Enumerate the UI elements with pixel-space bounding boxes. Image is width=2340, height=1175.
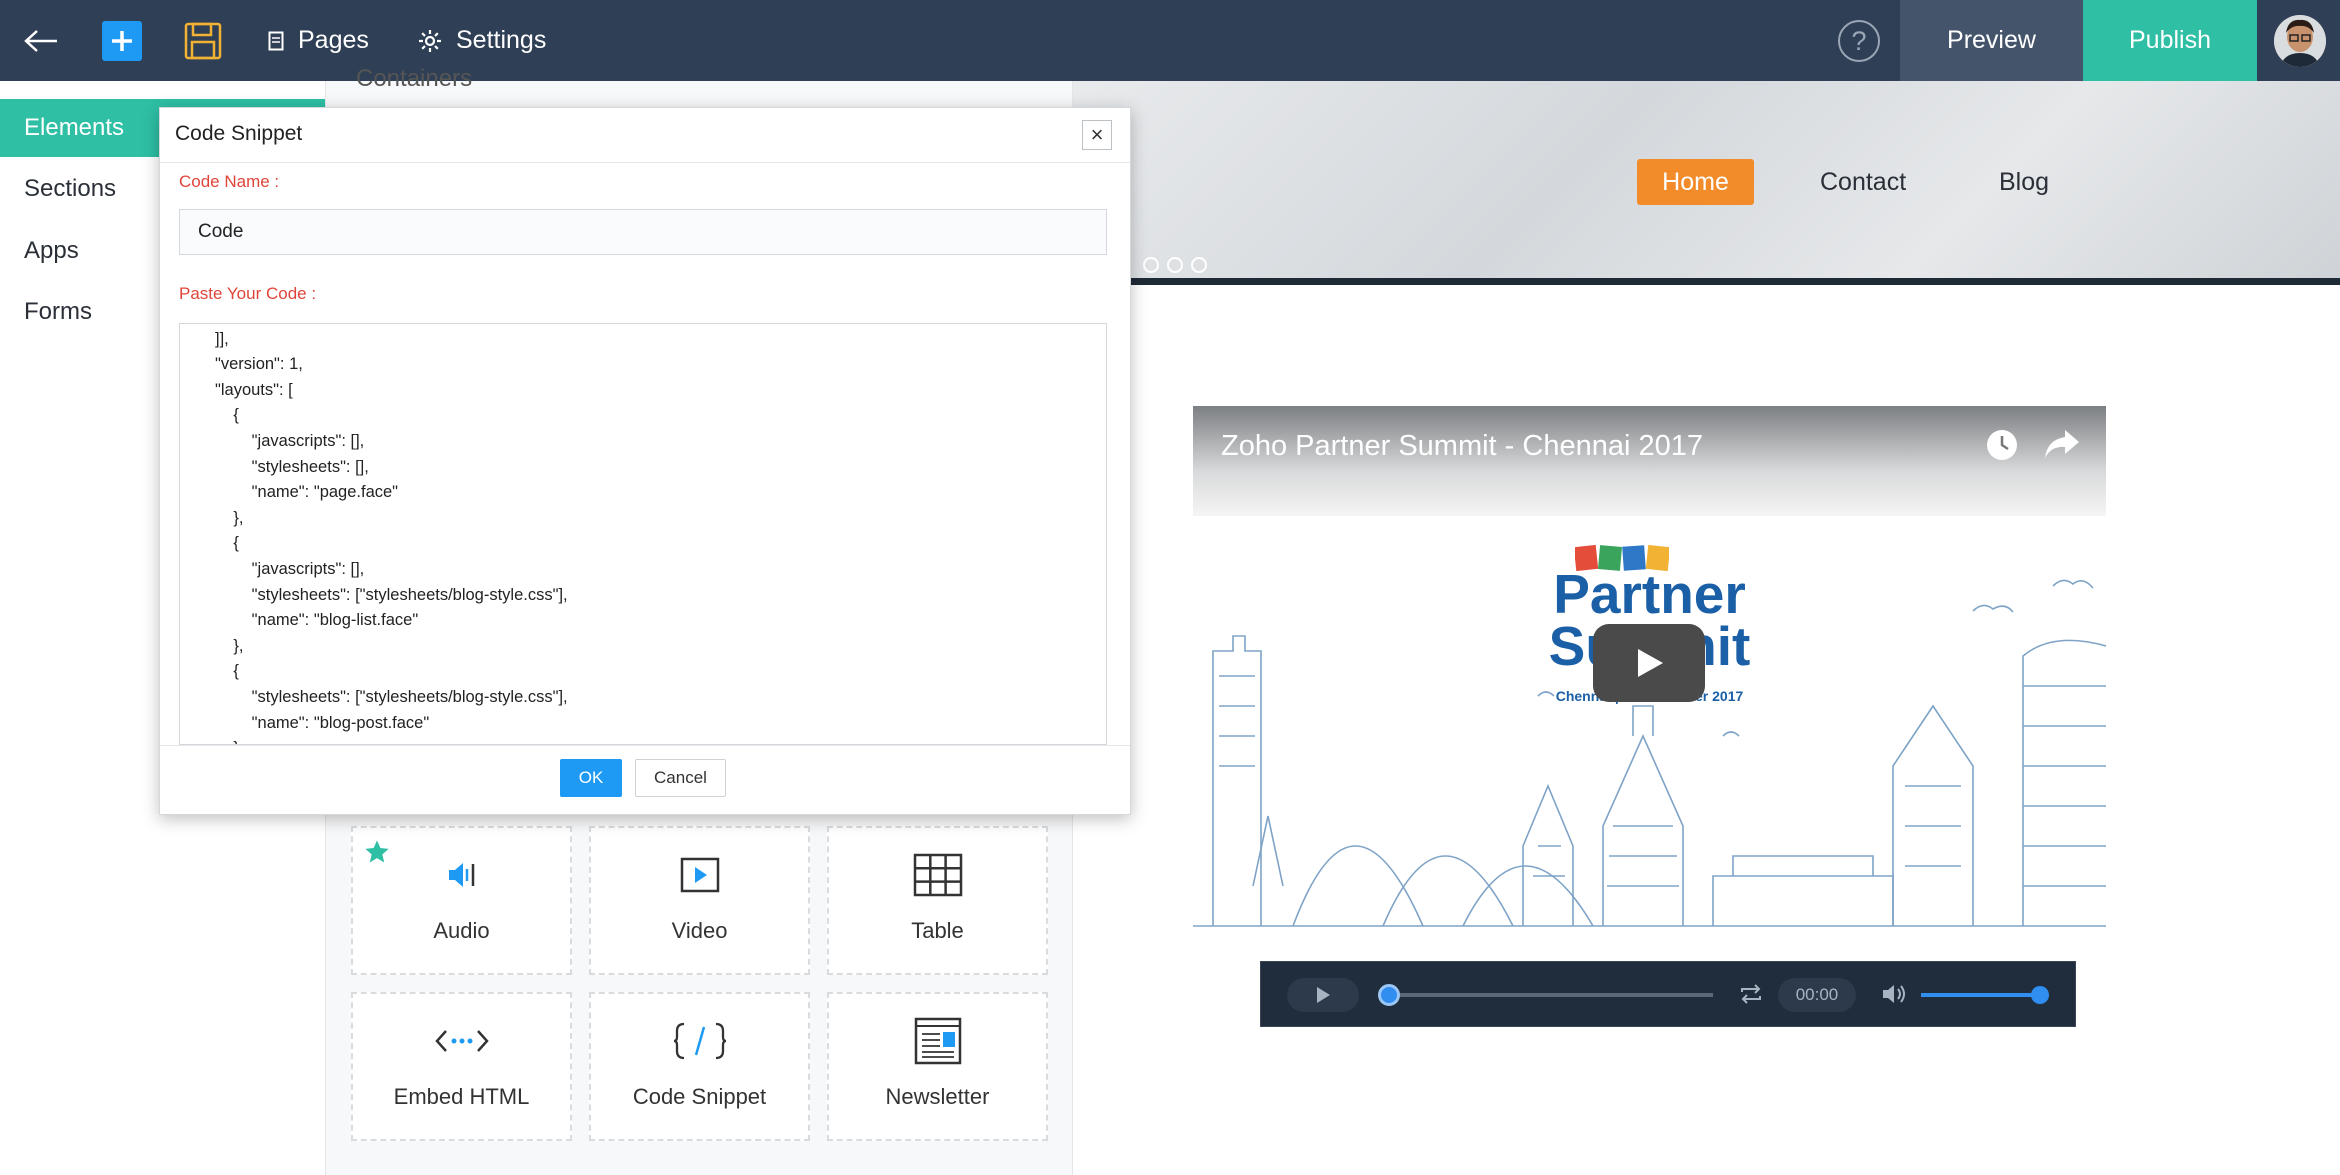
code-line: "javascripts": [], (215, 560, 365, 578)
element-tile-code-snippet[interactable]: Code Snippet (589, 992, 810, 1141)
hero-banner[interactable]: Home Contact Blog (1073, 81, 2340, 285)
panel-heading: Containers (356, 65, 473, 92)
table-icon (913, 850, 963, 900)
code-line: "version": 1, (215, 355, 303, 373)
code-line: "name": "blog-post.face" (215, 714, 430, 732)
element-tile-table[interactable]: Table (827, 826, 1048, 975)
tile-label: Audio (433, 918, 490, 943)
publish-button[interactable]: Publish (2083, 0, 2257, 81)
code-snippet-dialog: Code Snippet × Code Name : Paste Your Co… (159, 107, 1131, 815)
code-line: }, (215, 509, 244, 527)
play-icon (1317, 987, 1330, 1003)
repeat-icon[interactable] (1739, 983, 1763, 1010)
save-button[interactable] (182, 20, 224, 62)
slider-dot[interactable] (1167, 257, 1183, 273)
favorite-star-icon[interactable] (363, 838, 391, 871)
code-line: "stylesheets": ["stylesheets/blog-style.… (215, 586, 568, 604)
top-toolbar: Pages Settings ? Preview Publish (0, 0, 2340, 81)
video-title: Zoho Partner Summit - Chennai 2017 (1221, 430, 1703, 462)
code-line: "stylesheets": ["stylesheets/blog-style.… (215, 688, 568, 706)
code-line: "name": "blog-list.face" (215, 611, 419, 629)
slider-dot[interactable] (1191, 257, 1207, 273)
audio-progress-knob[interactable] (1378, 984, 1400, 1006)
slider-dots (1143, 257, 1207, 273)
floppy-disk-icon (184, 22, 222, 60)
gear-icon (419, 29, 441, 52)
cancel-button[interactable]: Cancel (635, 759, 726, 797)
code-line: ]], (215, 330, 229, 348)
tile-label: Embed HTML (393, 1084, 530, 1109)
audio-time: 00:00 (1778, 978, 1856, 1012)
code-line: }, (215, 637, 244, 655)
page-icon (268, 31, 284, 50)
site-nav-contact[interactable]: Contact (1820, 159, 1906, 205)
code-name-label: Code Name : (179, 172, 280, 191)
code-line: "layouts": [ (215, 381, 293, 399)
volume-knob[interactable] (2031, 986, 2049, 1004)
audio-play-button[interactable] (1287, 978, 1359, 1012)
plus-icon (112, 31, 132, 51)
dialog-header: Code Snippet × (160, 108, 1130, 163)
element-tile-newsletter[interactable]: Newsletter (827, 992, 1048, 1141)
pages-label: Pages (298, 26, 369, 54)
pages-menu[interactable]: Pages (268, 0, 369, 81)
element-tile-video[interactable]: Video (589, 826, 810, 975)
volume-track[interactable] (1921, 993, 2041, 997)
code-line: { (215, 534, 239, 552)
code-line: { (215, 662, 239, 680)
code-name-input[interactable] (179, 209, 1107, 255)
avatar[interactable] (2274, 15, 2326, 67)
share-icon[interactable] (2043, 428, 2081, 465)
settings-label: Settings (456, 26, 547, 54)
code-line: "javascripts": [], (215, 432, 365, 450)
ok-button[interactable]: OK (560, 759, 622, 797)
play-icon (1638, 649, 1663, 677)
newsletter-icon (914, 1016, 962, 1066)
embed-html-icon (434, 1016, 490, 1066)
code-line: "name": "page.face" (215, 483, 399, 501)
volume-icon[interactable] (1881, 982, 1907, 1011)
preview-button[interactable]: Preview (1900, 0, 2083, 81)
code-line: { (215, 406, 239, 424)
add-element-button[interactable] (102, 21, 142, 61)
back-arrow-icon[interactable] (18, 18, 64, 64)
dialog-footer: OK Cancel (160, 745, 1130, 814)
video-embed[interactable]: Zoho Partner Summit - Chennai 2017 Partn… (1193, 406, 2106, 998)
audio-progress-track[interactable] (1389, 993, 1713, 997)
site-nav-blog[interactable]: Blog (1999, 159, 2049, 205)
tile-label: Table (911, 918, 964, 943)
summit-line-partner: Partner (1553, 563, 1746, 625)
site-preview-canvas: Home Contact Blog Zoho Partner Summit - … (1073, 81, 2340, 1175)
audio-player: 00:00 (1260, 961, 2076, 1027)
code-textarea[interactable]: ]], "version": 1, "layouts": [ { "javasc… (179, 323, 1107, 745)
audio-icon (445, 850, 479, 900)
dialog-title: Code Snippet (175, 122, 303, 145)
site-nav-home[interactable]: Home (1637, 159, 1754, 205)
help-icon[interactable]: ? (1838, 20, 1880, 62)
code-line: "stylesheets": [], (215, 458, 369, 476)
slider-dot[interactable] (1143, 257, 1159, 273)
video-play-button[interactable] (1593, 624, 1705, 702)
watch-later-icon[interactable] (1983, 426, 2021, 469)
close-icon[interactable]: × (1082, 120, 1112, 150)
tile-label: Newsletter (885, 1084, 990, 1109)
element-tile-audio[interactable]: Audio (351, 826, 572, 975)
video-icon (680, 850, 720, 900)
tile-label: Code Snippet (632, 1084, 767, 1109)
code-snippet-icon (672, 1016, 728, 1066)
element-tile-embed-html[interactable]: Embed HTML (351, 992, 572, 1141)
paste-code-label: Paste Your Code : (179, 284, 317, 303)
tile-label: Video (671, 918, 728, 943)
